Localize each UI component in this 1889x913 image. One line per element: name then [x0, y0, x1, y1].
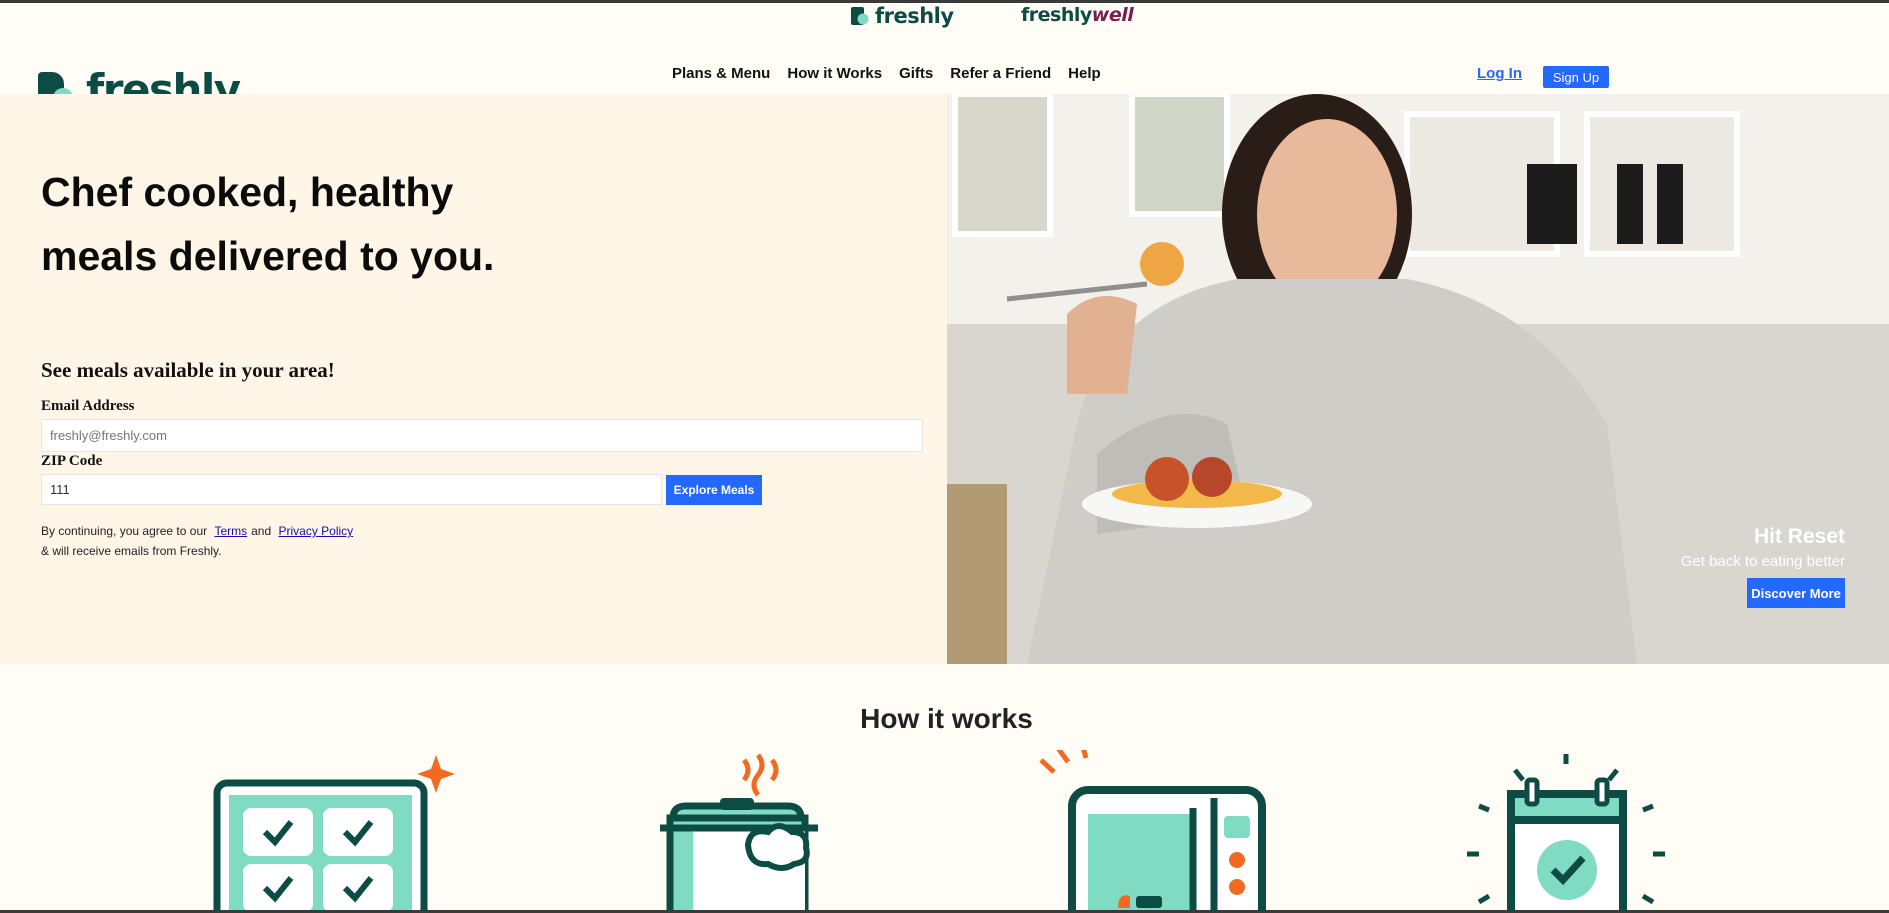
brand-freshlywell-prefix: freshly [1021, 4, 1092, 26]
cooking-pot-icon [658, 750, 823, 913]
nav-refer-a-friend[interactable]: Refer a Friend [950, 65, 1051, 82]
terms-link[interactable]: Terms [214, 524, 247, 538]
brand-freshlywell-link[interactable]: freshlywell [1021, 4, 1134, 26]
signup-button[interactable]: Sign Up [1543, 66, 1609, 88]
calendar-check-icon [1465, 750, 1675, 913]
how-it-works-title: How it works [860, 703, 1033, 734]
email-label: Email Address [41, 398, 135, 414]
nav-how-it-works[interactable]: How it Works [787, 65, 882, 82]
nav-help[interactable]: Help [1068, 65, 1101, 82]
privacy-policy-link[interactable]: Privacy Policy [279, 524, 354, 538]
main-nav: Plans & Menu How it Works Gifts Refer a … [672, 65, 1101, 82]
legal-suffix: & will receive emails from Freshly. [41, 544, 222, 558]
legal-prefix: By continuing, you agree to our [41, 524, 208, 538]
freshly-logo-icon [851, 7, 869, 25]
hero-image: Hit Reset Get back to eating better Disc… [947, 94, 1889, 664]
nav-plans-menu[interactable]: Plans & Menu [672, 65, 770, 82]
discover-more-button[interactable]: Discover More [1747, 578, 1845, 608]
brand-switcher: freshly freshlywell [0, 4, 1889, 30]
explore-meals-button[interactable]: Explore Meals [666, 475, 762, 505]
top-border [0, 0, 1889, 3]
promo-subtitle: Get back to eating better [1680, 553, 1845, 570]
nav-gifts[interactable]: Gifts [899, 65, 933, 82]
zip-label: ZIP Code [41, 453, 103, 469]
hero-subhead: See meals available in your area! [41, 358, 335, 382]
meal-grid-icon [213, 750, 458, 913]
brand-freshlywell-suffix: well [1091, 4, 1134, 26]
legal-notice: By continuing, you agree to our Terms and… [41, 521, 357, 561]
promo-block: Hit Reset Get back to eating better Disc… [1681, 525, 1845, 608]
legal-and: and [251, 524, 272, 538]
hero-headline: Chef cooked, healthy meals delivered to … [41, 169, 495, 279]
brand-freshly-link[interactable]: freshly [851, 4, 954, 28]
email-field[interactable] [41, 419, 923, 452]
login-link[interactable]: Log In [1477, 65, 1522, 82]
zip-field[interactable] [41, 474, 662, 505]
brand-freshly-label: freshly [875, 4, 954, 28]
promo-title: Hit Reset [1753, 525, 1845, 548]
microwave-icon [1036, 743, 1271, 913]
